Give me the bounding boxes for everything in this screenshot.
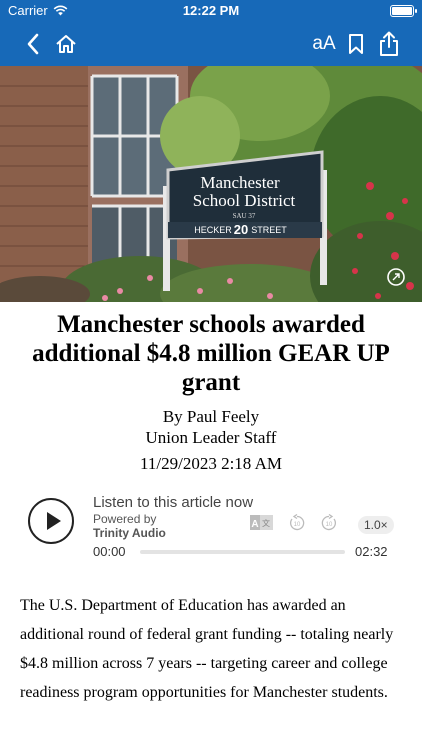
article-body: The U.S. Department of Education has awa…: [20, 597, 394, 701]
listen-label: Listen to this article now: [93, 494, 254, 511]
player-tools: A 文 10 10: [250, 514, 338, 532]
duration: 02:32: [355, 544, 388, 559]
status-bar: Carrier 12:22 PM: [0, 0, 422, 22]
bookmark-button[interactable]: [345, 30, 367, 58]
svg-text:文: 文: [262, 518, 270, 528]
sign-sau: SAU 37: [233, 212, 256, 220]
sign-street-suffix: STREET: [251, 225, 287, 235]
sign-street-number: 20: [234, 222, 248, 237]
svg-text:10: 10: [326, 522, 333, 528]
text-size-label: aA: [312, 33, 336, 54]
text-size-button[interactable]: aA: [310, 30, 338, 58]
svg-text:A: A: [251, 519, 258, 530]
current-time: 00:00: [93, 544, 126, 559]
hero-image: Manchester School District SAU 37 HECKER…: [0, 66, 422, 302]
app-header: Carrier 12:22 PM aA: [0, 0, 422, 66]
battery-icon: [390, 5, 417, 17]
rewind-10-icon[interactable]: 10: [288, 514, 306, 532]
share-icon: [380, 31, 398, 56]
bookmark-icon: [349, 34, 363, 54]
nav-bar: aA: [0, 22, 422, 66]
playback-speed-button[interactable]: 1.0×: [358, 516, 394, 534]
progress-bar[interactable]: [140, 550, 345, 554]
sign-line2: School District: [193, 191, 296, 210]
home-icon: [56, 35, 76, 53]
article-headline: Manchester schools awarded additional $4…: [32, 311, 390, 396]
byline-author: By Paul Feely: [162, 407, 260, 426]
home-button[interactable]: [53, 30, 79, 58]
svg-text:10: 10: [294, 522, 301, 528]
sign-line1: Manchester: [200, 173, 280, 192]
share-button[interactable]: [377, 30, 401, 58]
provider-label: Trinity Audio: [93, 526, 166, 540]
audio-player: Listen to this article now Powered by Tr…: [20, 490, 402, 560]
school-district-sign-photo: Manchester School District SAU 37 HECKER…: [0, 66, 422, 302]
byline-org: Union Leader Staff: [145, 428, 277, 447]
sign-street-prefix: HECKER: [194, 225, 232, 235]
forward-10-icon[interactable]: 10: [320, 514, 338, 532]
chevron-left-icon: [27, 33, 39, 55]
powered-by-label: Powered by: [93, 512, 157, 526]
play-button[interactable]: [28, 498, 74, 544]
status-time: 12:22 PM: [182, 3, 240, 18]
article-date: 11/29/2023 2:18 AM: [140, 454, 282, 473]
back-button[interactable]: [22, 30, 44, 58]
byline: By Paul Feely Union Leader Staff: [0, 406, 422, 448]
translate-icon[interactable]: A 文: [250, 514, 274, 532]
